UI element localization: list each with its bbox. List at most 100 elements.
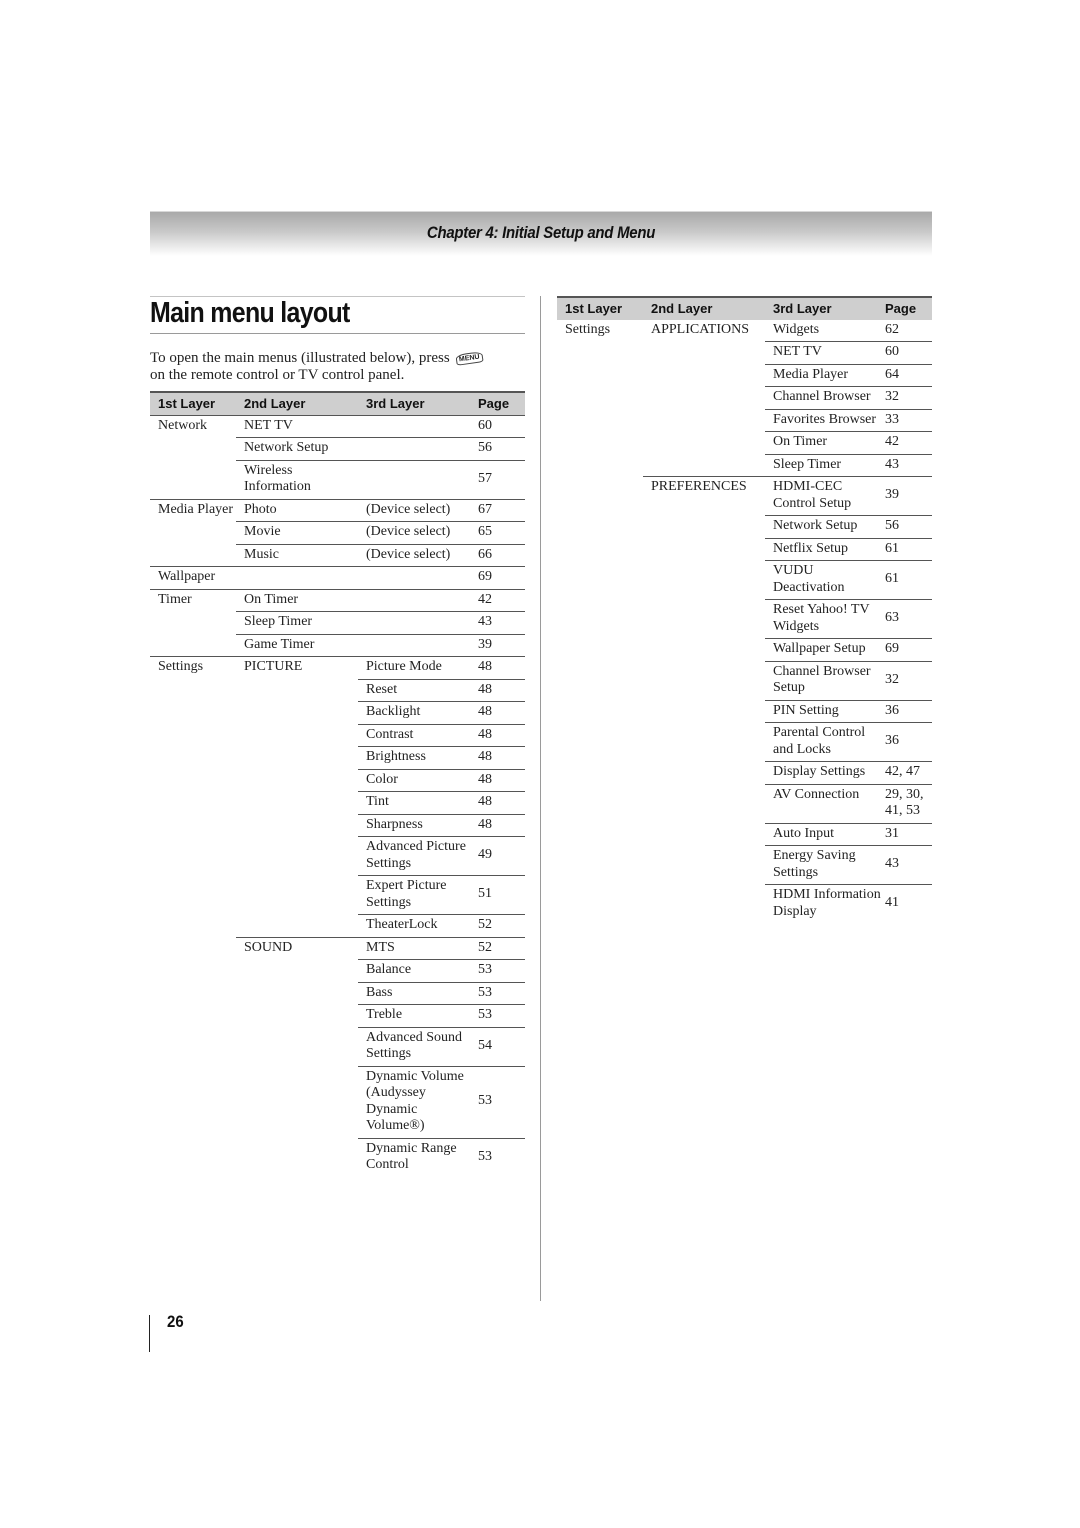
table-row: Sleep Timer 43: [557, 453, 932, 477]
cell-1st-layer: [557, 762, 643, 785]
cell-1st-layer: [150, 724, 236, 747]
cell-page: 57: [478, 459, 525, 499]
cell-2nd-layer: [643, 409, 765, 432]
cell-2nd-layer: [236, 1005, 358, 1028]
table-row: SOUND MTS 52: [150, 936, 525, 960]
cell-1st-layer: [557, 885, 643, 924]
cell-1st-layer: Timer: [150, 588, 236, 612]
cell-2nd-layer: [643, 364, 765, 387]
cell-3rd-layer: Netflix Setup: [765, 537, 885, 561]
cell-1st-layer: Settings: [150, 656, 236, 679]
cell-2nd-layer: [643, 784, 765, 823]
cell-page: 42, 47: [885, 761, 932, 784]
cell-page: 32: [885, 660, 932, 700]
table-row: Tint 48: [150, 791, 525, 815]
table-row: NET TV 60: [557, 341, 932, 365]
cell-3rd-layer: TheaterLock: [358, 914, 478, 937]
cell-2nd-layer: SOUND: [236, 936, 358, 960]
cell-1st-layer: [557, 342, 643, 365]
table-row: On Timer 42: [557, 431, 932, 455]
cell-2nd-layer: Sleep Timer: [236, 611, 358, 634]
cell-page: 56: [478, 437, 525, 460]
cell-page: 31: [885, 822, 932, 846]
cell-3rd-layer: Dynamic Volume (Audyssey Dynamic Volume®…: [358, 1065, 478, 1138]
cell-1st-layer: [557, 516, 643, 539]
cell-3rd-layer: Energy Saving Settings: [765, 845, 885, 885]
table-row: Wallpaper 69: [150, 566, 525, 589]
cell-3rd-layer: [358, 588, 478, 612]
cell-1st-layer: [150, 1138, 236, 1177]
cell-3rd-layer: Sleep Timer: [765, 453, 885, 477]
table-row: Media Player 64: [557, 363, 932, 387]
menu-layout-table-right: 1st Layer 2nd Layer 3rd Layer Page Setti…: [557, 296, 932, 923]
cell-2nd-layer: [643, 516, 765, 539]
column-header-page: Page: [478, 391, 525, 415]
cell-page: 49: [478, 836, 525, 876]
table-row: Dynamic Range Control 53: [150, 1137, 525, 1177]
cell-page: 33: [885, 408, 932, 432]
cell-2nd-layer: [643, 561, 765, 600]
cell-1st-layer: [557, 432, 643, 455]
cell-3rd-layer: [358, 459, 478, 499]
table-row: Advanced Picture Settings 49: [150, 836, 525, 876]
table-row: Contrast 48: [150, 723, 525, 747]
cell-3rd-layer: (Device select): [358, 498, 478, 522]
cell-2nd-layer: [643, 723, 765, 762]
section-rule-bottom: [150, 333, 525, 334]
cell-2nd-layer: [643, 762, 765, 785]
cell-2nd-layer: [236, 876, 358, 915]
table-row: Backlight 48: [150, 701, 525, 724]
cell-3rd-layer: Reset Yahoo! TV Widgets: [765, 599, 885, 639]
table-row: Music (Device select) 66: [150, 543, 525, 567]
cell-1st-layer: [150, 438, 236, 461]
chapter-header-band: Chapter 4: Initial Setup and Menu: [150, 211, 932, 256]
table-row: Network Setup 56: [150, 437, 525, 461]
cell-2nd-layer: [236, 1138, 358, 1177]
cell-1st-layer: [150, 792, 236, 815]
cell-2nd-layer: PREFERENCES: [643, 476, 765, 516]
cell-1st-layer: [150, 837, 236, 876]
cell-1st-layer: [557, 561, 643, 600]
page-number: 26: [167, 1312, 184, 1331]
cell-1st-layer: [150, 460, 236, 499]
cell-3rd-layer: Widgets: [773, 321, 820, 337]
cell-3rd-layer: [358, 437, 478, 460]
cell-1st-layer: [150, 982, 236, 1005]
table-row: Color 48: [150, 768, 525, 792]
cell-3rd-layer: [358, 633, 478, 657]
cell-1st-layer: [557, 454, 643, 477]
table-row: Reset 48: [150, 678, 525, 702]
cell-3rd-layer: Advanced Sound Settings: [358, 1026, 478, 1066]
cell-2nd-layer: Game Timer: [236, 633, 358, 657]
cell-3rd-layer: Dynamic Range Control: [358, 1137, 478, 1177]
table-row: Balance 53: [150, 959, 525, 983]
cell-page: 60: [478, 414, 525, 438]
cell-page: 43: [885, 845, 932, 885]
cell-page: 36: [885, 722, 932, 762]
cell-1st-layer: [557, 639, 643, 662]
cell-page: 48: [478, 723, 525, 747]
cell-2nd-layer: Network Setup: [236, 437, 358, 460]
cell-3rd-layer: Backlight: [358, 701, 478, 724]
table-row: PIN Setting 36: [557, 699, 932, 723]
cell-3rd-layer: Reset: [358, 678, 478, 702]
menu-button-icon: MENU: [455, 351, 484, 366]
table-row: Network Setup 56: [557, 515, 932, 539]
table-row: Parental Control and Locks 36: [557, 722, 932, 762]
cell-3rd-layer: Wallpaper Setup: [765, 638, 885, 661]
cell-3rd-layer: Display Settings: [765, 761, 885, 784]
cell-2nd-layer: [236, 915, 358, 938]
cell-2nd-layer: [643, 823, 765, 846]
table-row: TheaterLock 52: [150, 914, 525, 938]
table-row: Wallpaper Setup 69: [557, 638, 932, 662]
table-header-row: 1st Layer 2nd Layer 3rd Layer Page: [557, 296, 932, 320]
cell-3rd-layer: Contrast: [358, 723, 478, 747]
cell-2nd-layer: [236, 960, 358, 983]
cell-1st-layer: [150, 522, 236, 545]
cell-2nd-layer: [643, 432, 765, 455]
cell-1st-layer: [557, 364, 643, 387]
cell-2nd-layer: [643, 639, 765, 662]
cell-3rd-layer: Network Setup: [765, 515, 885, 538]
column-header-3rd-layer: 3rd Layer: [765, 296, 885, 320]
cell-3rd-layer: MTS: [358, 936, 478, 960]
